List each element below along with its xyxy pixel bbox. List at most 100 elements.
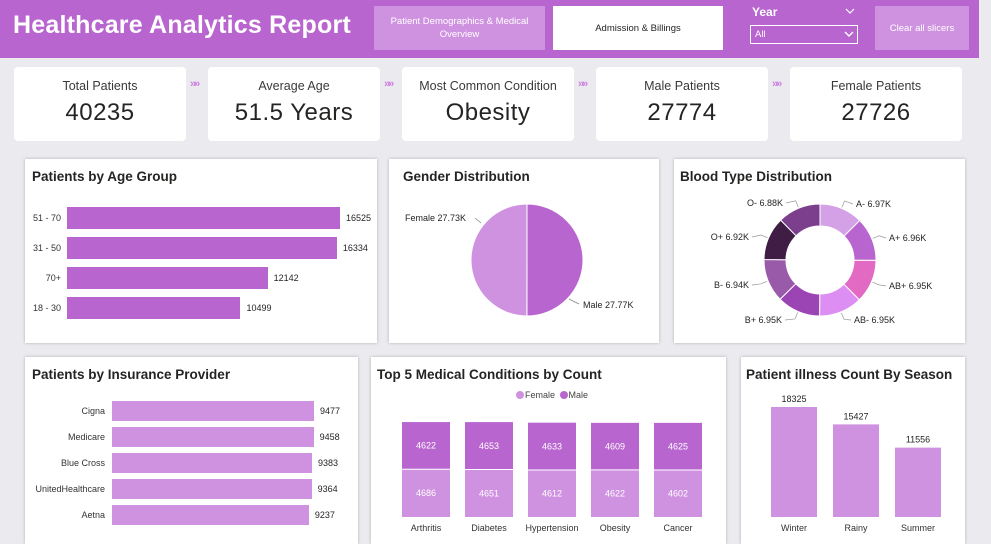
slicer-collapse-chevron-icon[interactable]: [845, 7, 855, 15]
nav-demographics-button[interactable]: Patient Demographics & Medical Overview: [374, 6, 545, 50]
kpi-value: 27726: [841, 99, 911, 126]
bar-category-label: Aetna: [81, 510, 105, 520]
bar: [67, 267, 268, 289]
bar-row: Medicare 9458: [25, 427, 358, 447]
bar: [112, 401, 314, 421]
year-dropdown[interactable]: All: [750, 25, 858, 44]
bar-value-label: 18325: [781, 394, 806, 404]
bar-male-label: 4653: [479, 441, 499, 451]
kpi-label: Most Common Condition: [419, 79, 557, 93]
conditions-stacked-bars: 4686 4622 Arthritis 4651 4653 Diabetes 4612 463…: [402, 422, 702, 533]
bar-female-label: 4602: [668, 489, 688, 499]
category-axis-label: Cancer: [663, 523, 692, 533]
bar-row: 18 - 30 10499: [25, 297, 377, 319]
donut-slice-label: O- 6.88K: [747, 198, 783, 208]
category-axis-label: Diabetes: [471, 523, 507, 533]
year-dropdown-value: All: [755, 29, 766, 40]
bar-row: 70+ 12142: [25, 267, 377, 289]
bar-male-label: 4625: [668, 441, 688, 451]
bar-row: Blue Cross 9383: [25, 453, 358, 473]
bar: [833, 424, 879, 517]
kpi-value: 40235: [65, 99, 135, 126]
bar-value-label: 16525: [346, 213, 372, 223]
category-axis-label: Winter: [781, 523, 807, 533]
donut-slice-label: A- 6.97K: [856, 199, 891, 209]
kpi-female-patients: Female Patients 27726: [790, 67, 962, 141]
bar: [112, 427, 314, 447]
bar-category-label: 31 - 50: [32, 243, 61, 253]
double-chevron-right-icon: »»: [190, 78, 200, 90]
age-group-chart[interactable]: Patients by Age Group 51 - 70 16525 31 - 5…: [25, 159, 377, 343]
bar-value-label: 10499: [246, 303, 272, 313]
nav-admission-billings-button[interactable]: Admission & Billings: [553, 6, 723, 50]
season-bars: 18325 Winter 15427 Rainy 11556 Summer: [771, 394, 941, 533]
bar-row: 51 - 70 16525: [25, 207, 377, 229]
bar-category-label: 51 - 70: [32, 213, 61, 223]
bar-value-label: 9458: [319, 432, 340, 442]
kpi-total-patients: Total Patients 40235: [14, 67, 186, 141]
bar-value-label: 15427: [843, 411, 868, 421]
bar-female-label: 4622: [605, 488, 625, 498]
bar-row: Cigna 9477: [25, 401, 358, 421]
bar-category-label: Cigna: [81, 406, 105, 416]
season-illness-chart[interactable]: Patient illness Count By Season 18325 Win…: [741, 357, 965, 544]
bar-male-label: 4622: [416, 441, 436, 451]
bar-male-label: 4633: [542, 441, 562, 451]
bar-value-label: 11556: [906, 435, 930, 445]
category-axis-label: Arthritis: [411, 523, 442, 533]
year-slicer: Year All: [749, 4, 859, 46]
category-axis-label: Hypertension: [525, 523, 578, 533]
donut-leader-line: [841, 312, 852, 321]
donut-slice-label: AB+ 6.95K: [889, 281, 932, 291]
blood-type-donut: A- 6.97K A+ 6.96K AB+ 6.95K AB- 6.95K B+ 6.9…: [711, 198, 933, 325]
bar-female-label: 4651: [479, 488, 499, 498]
bar-value-label: 9237: [314, 510, 335, 520]
bar-row: Aetna 9237: [25, 505, 358, 525]
bar-female-label: 4612: [542, 488, 562, 498]
donut-slice-label: AB- 6.95K: [854, 315, 895, 325]
report-header: Healthcare Analytics Report Patient Demo…: [0, 0, 979, 58]
bar-value-label: 16334: [342, 243, 368, 253]
chevron-down-icon: [844, 31, 854, 37]
medical-conditions-chart[interactable]: Top 5 Medical Conditions by Count Female…: [371, 357, 726, 544]
donut-slice-label: B+ 6.95K: [745, 315, 782, 325]
double-chevron-right-icon: »»: [772, 78, 782, 90]
bar: [67, 297, 241, 319]
chart-title: Patients by Age Group: [32, 169, 178, 184]
donut-leader-line: [872, 235, 887, 239]
clear-slicers-button[interactable]: Clear all slicers: [875, 6, 969, 50]
kpi-most-common-condition: Most Common Condition Obesity: [402, 67, 574, 141]
pie-label-male: Male 27.77K: [583, 300, 634, 310]
bar-female-label: 4686: [416, 488, 436, 498]
donut-leader-line: [841, 200, 854, 208]
category-axis-label: Obesity: [600, 523, 631, 533]
double-chevron-right-icon: »»: [384, 78, 394, 90]
kpi-label: Average Age: [258, 79, 330, 93]
double-chevron-right-icon: »»: [578, 78, 588, 90]
bar: [67, 207, 340, 229]
bar: [112, 505, 309, 525]
kpi-label: Male Patients: [644, 79, 720, 93]
gender-pie: Female 27.73K Male 27.77K: [405, 203, 634, 317]
kpi-average-age: Average Age 51.5 Years: [208, 67, 380, 141]
report-title: Healthcare Analytics Report: [13, 11, 351, 39]
category-axis-label: Summer: [901, 523, 935, 533]
bar: [67, 237, 337, 259]
gender-distribution-chart[interactable]: Gender Distribution Female 27.73K Male 27…: [389, 159, 659, 343]
bar-category-label: Blue Cross: [60, 458, 105, 468]
kpi-label: Female Patients: [830, 79, 922, 93]
bar: [895, 447, 941, 517]
bar-value-label: 9477: [320, 406, 341, 416]
donut-leader-line: [751, 281, 768, 286]
bar: [112, 453, 312, 473]
bar-value-label: 9383: [317, 458, 339, 468]
donut-leader-line: [751, 234, 768, 239]
kpi-value: 27774: [647, 99, 717, 126]
bar-category-label: UnitedHealthcare: [35, 484, 105, 494]
insurance-provider-chart[interactable]: Patients by Insurance Provider Cigna 9477…: [25, 357, 358, 544]
blood-type-chart[interactable]: Blood Type Distribution A- 6.97K A+ 6.96K…: [674, 159, 965, 343]
donut-slice-label: O+ 6.92K: [711, 232, 749, 242]
year-slicer-title: Year: [752, 5, 778, 19]
bar-category-label: Medicare: [67, 432, 105, 442]
donut-leader-line: [785, 200, 799, 208]
